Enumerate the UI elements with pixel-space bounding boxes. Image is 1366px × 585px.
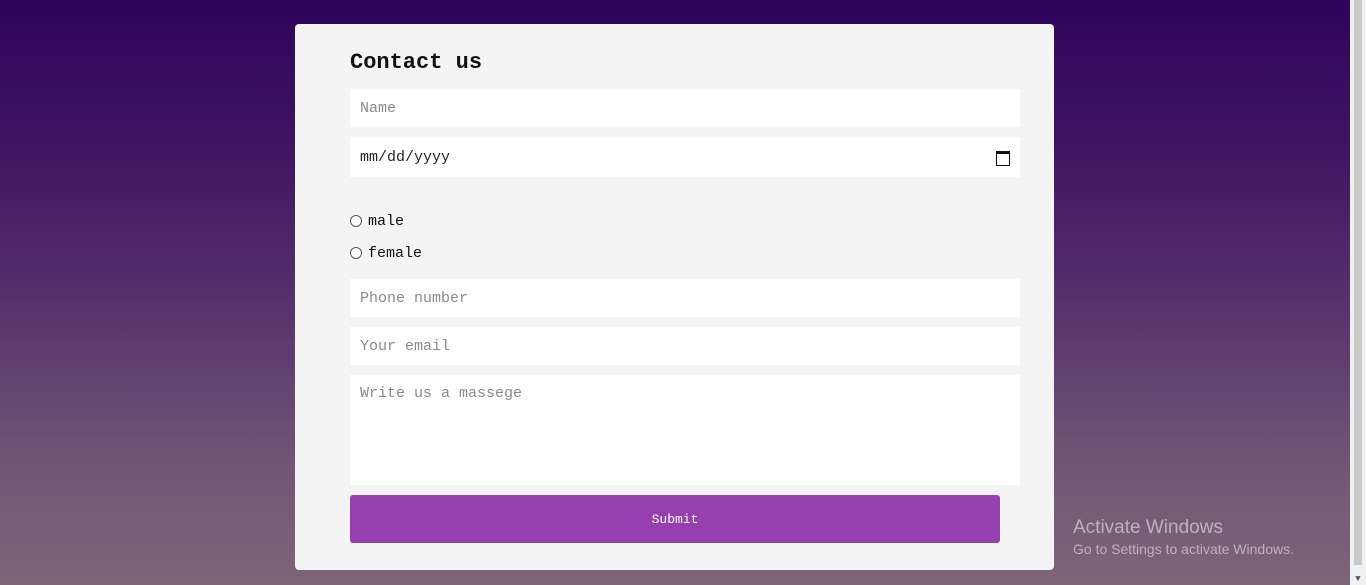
- windows-activation-watermark: Activate Windows Go to Settings to activ…: [1073, 517, 1294, 559]
- radio-button-female[interactable]: [350, 246, 362, 259]
- contact-form-card: Contact us mm/dd/yyyy male female Submit: [295, 24, 1054, 570]
- radio-male[interactable]: male: [350, 213, 404, 230]
- submit-button[interactable]: Submit: [350, 495, 1000, 543]
- scrollbar-thumb[interactable]: [1354, 0, 1362, 565]
- date-placeholder: mm/dd/yyyy: [360, 148, 451, 166]
- date-input[interactable]: mm/dd/yyyy: [350, 137, 1020, 177]
- email-input[interactable]: [350, 327, 1020, 365]
- radio-female[interactable]: female: [350, 245, 422, 262]
- watermark-title: Activate Windows: [1073, 517, 1223, 538]
- phone-input[interactable]: [350, 279, 1020, 317]
- name-input[interactable]: [350, 89, 1020, 127]
- vertical-scrollbar[interactable]: ▼: [1350, 0, 1366, 585]
- watermark-subtitle: Go to Settings to activate Windows.: [1073, 541, 1294, 557]
- form-title: Contact us: [350, 50, 483, 75]
- radio-label-female: female: [368, 245, 423, 262]
- radio-button-male[interactable]: [350, 214, 362, 227]
- chevron-down-icon[interactable]: ▼: [1350, 573, 1366, 585]
- message-textarea[interactable]: [350, 375, 1020, 485]
- radio-label-male: male: [368, 213, 405, 230]
- calendar-icon[interactable]: [996, 150, 1010, 166]
